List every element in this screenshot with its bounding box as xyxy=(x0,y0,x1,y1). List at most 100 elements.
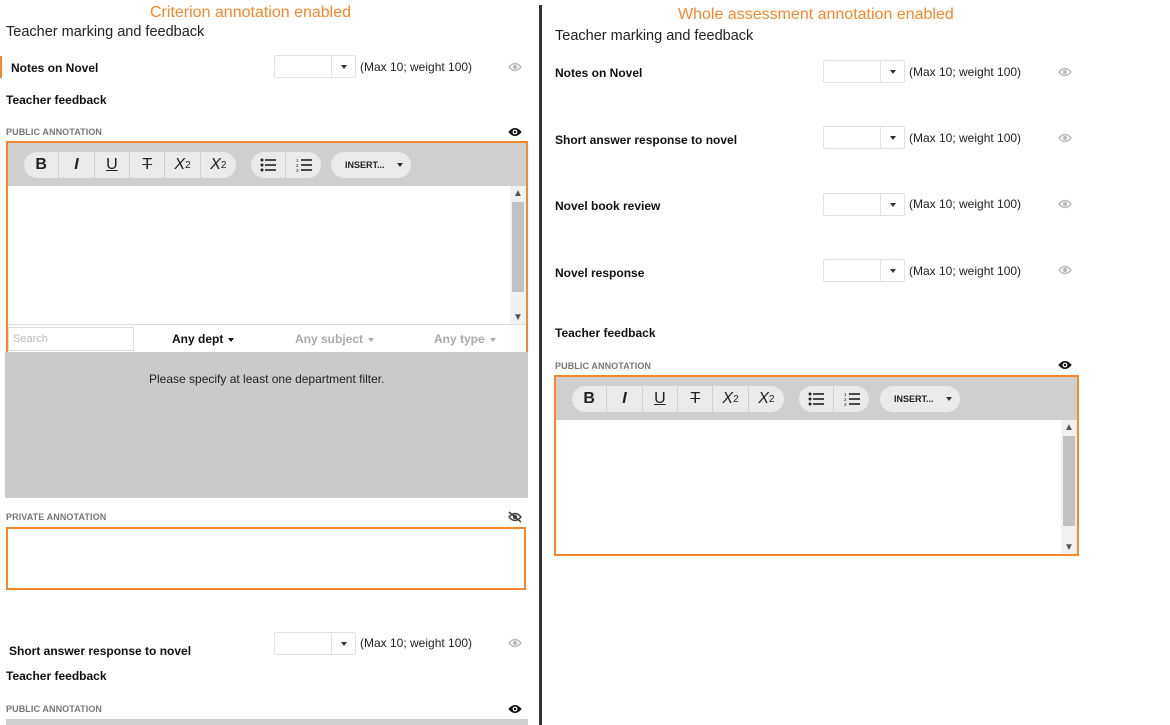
criterion-label: Notes on Novel xyxy=(555,66,643,80)
eye-icon[interactable] xyxy=(508,637,522,649)
caret-down-icon xyxy=(368,337,375,342)
bullet-list-button[interactable] xyxy=(799,386,835,412)
mark-select[interactable] xyxy=(823,60,905,83)
eye-icon[interactable] xyxy=(508,61,522,73)
criterion-label: Novel response xyxy=(555,266,645,280)
caption-whole-assessment-annotation: Whole assessment annotation enabled xyxy=(678,6,954,23)
list-button-group: 123 xyxy=(799,386,869,412)
numbered-list-icon: 123 xyxy=(296,158,312,172)
teacher-feedback-label: Teacher feedback xyxy=(6,93,107,107)
criterion-marker xyxy=(0,56,2,78)
filter-bar: Any dept Any subject Any type xyxy=(8,324,526,352)
italic-button[interactable]: I xyxy=(59,152,95,178)
svg-text:3: 3 xyxy=(844,402,847,406)
mark-select[interactable] xyxy=(274,632,356,655)
editor-toolbar: B I U T X2 X2 123 INSERT... xyxy=(556,377,1077,420)
superscript-button[interactable]: X2 xyxy=(749,386,784,412)
scroll-up-icon[interactable]: ▲ xyxy=(1061,420,1077,434)
criterion-label: Notes on Novel xyxy=(11,61,99,75)
mark-select[interactable] xyxy=(823,193,905,216)
chevron-down-icon xyxy=(331,633,355,654)
private-annotation-editor[interactable] xyxy=(6,527,526,590)
insert-label: INSERT... xyxy=(331,152,411,178)
italic-button[interactable]: I xyxy=(607,386,643,412)
chevron-down-icon xyxy=(331,56,355,77)
dept-filter-dropdown[interactable]: Any dept xyxy=(172,332,235,346)
eye-icon[interactable] xyxy=(1058,359,1072,371)
editor-toolbar xyxy=(6,719,528,725)
scroll-down-icon[interactable]: ▼ xyxy=(510,310,526,324)
chevron-down-icon xyxy=(880,194,904,215)
insert-dropdown[interactable]: INSERT... xyxy=(880,386,960,412)
chevron-down-icon xyxy=(880,127,904,148)
comment-bank-panel: Please specify at least one department f… xyxy=(5,352,528,498)
eye-icon[interactable] xyxy=(1058,66,1072,78)
page-title: Teacher marking and feedback xyxy=(6,24,205,40)
page-title: Teacher marking and feedback xyxy=(555,28,754,44)
numbered-list-button[interactable]: 123 xyxy=(286,152,321,178)
mark-select[interactable] xyxy=(823,126,905,149)
numbered-list-icon: 123 xyxy=(844,392,860,406)
eye-icon[interactable] xyxy=(508,126,522,138)
caret-down-icon xyxy=(489,337,496,342)
subscript-button[interactable]: X2 xyxy=(713,386,749,412)
public-annotation-label: PUBLIC ANNOTATION xyxy=(555,361,652,371)
max-weight-text: (Max 10; weight 100) xyxy=(909,264,1022,278)
editor-toolbar: B I U T X2 X2 123 INSERT... xyxy=(8,143,526,186)
public-annotation-editor[interactable]: B I U T X2 X2 123 INSERT... ▲ ▼ Any dept… xyxy=(6,141,528,352)
eye-icon[interactable] xyxy=(1058,132,1072,144)
max-weight-text: (Max 10; weight 100) xyxy=(909,131,1022,145)
numbered-list-button[interactable]: 123 xyxy=(834,386,869,412)
superscript-button[interactable]: X2 xyxy=(201,152,236,178)
caret-down-icon xyxy=(228,337,235,342)
type-filter-dropdown[interactable]: Any type xyxy=(434,332,496,346)
teacher-feedback-label: Teacher feedback xyxy=(6,669,107,683)
public-annotation-label: PUBLIC ANNOTATION xyxy=(6,127,103,137)
type-filter-label: Any type xyxy=(434,332,485,346)
filter-message: Please specify at least one department f… xyxy=(149,372,385,386)
bold-button[interactable]: B xyxy=(24,152,60,178)
scroll-thumb[interactable] xyxy=(512,202,524,292)
public-annotation-label: PUBLIC ANNOTATION xyxy=(6,704,103,714)
chevron-down-icon xyxy=(880,260,904,281)
mark-select[interactable] xyxy=(274,55,356,78)
max-weight-text: (Max 10; weight 100) xyxy=(909,197,1022,211)
scroll-thumb[interactable] xyxy=(1063,436,1075,526)
private-annotation-label: PRIVATE ANNOTATION xyxy=(6,512,107,522)
bullet-list-icon xyxy=(808,392,824,406)
format-button-group: B I U T X2 X2 xyxy=(24,152,236,178)
editor-scrollbar[interactable]: ▲ ▼ xyxy=(1061,420,1077,554)
insert-dropdown[interactable]: INSERT... xyxy=(331,152,411,178)
strikethrough-button[interactable]: T xyxy=(130,152,166,178)
svg-text:3: 3 xyxy=(296,168,299,172)
chevron-down-icon xyxy=(880,61,904,82)
subject-filter-dropdown[interactable]: Any subject xyxy=(295,332,375,346)
underline-button[interactable]: U xyxy=(95,152,131,178)
underline-button[interactable]: U xyxy=(643,386,679,412)
strikethrough-button[interactable]: T xyxy=(678,386,714,412)
editor-scrollbar[interactable]: ▲ ▼ xyxy=(510,186,526,324)
public-annotation-editor[interactable]: B I U T X2 X2 123 INSERT... ▲ ▼ xyxy=(554,375,1079,556)
criterion-label: Short answer response to novel xyxy=(9,644,192,658)
max-weight-text: (Max 10; weight 100) xyxy=(909,65,1022,79)
max-weight-text: (Max 10; weight 100) xyxy=(360,60,473,74)
format-button-group: B I U T X2 X2 xyxy=(572,386,784,412)
scroll-up-icon[interactable]: ▲ xyxy=(510,186,526,200)
eye-slash-icon[interactable] xyxy=(508,511,522,523)
subject-filter-label: Any subject xyxy=(295,332,364,346)
list-button-group: 123 xyxy=(251,152,321,178)
criterion-label: Short answer response to novel xyxy=(555,133,738,147)
max-weight-text: (Max 10; weight 100) xyxy=(360,636,473,650)
scroll-down-icon[interactable]: ▼ xyxy=(1061,540,1077,554)
eye-icon[interactable] xyxy=(508,703,522,715)
eye-icon[interactable] xyxy=(1058,264,1072,276)
subscript-button[interactable]: X2 xyxy=(165,152,201,178)
panel-divider xyxy=(539,5,542,725)
bold-button[interactable]: B xyxy=(572,386,608,412)
criterion-label: Novel book review xyxy=(555,199,661,213)
bullet-list-button[interactable] xyxy=(251,152,287,178)
mark-select[interactable] xyxy=(823,259,905,282)
search-input[interactable] xyxy=(8,327,134,351)
teacher-feedback-label: Teacher feedback xyxy=(555,326,656,340)
eye-icon[interactable] xyxy=(1058,198,1072,210)
